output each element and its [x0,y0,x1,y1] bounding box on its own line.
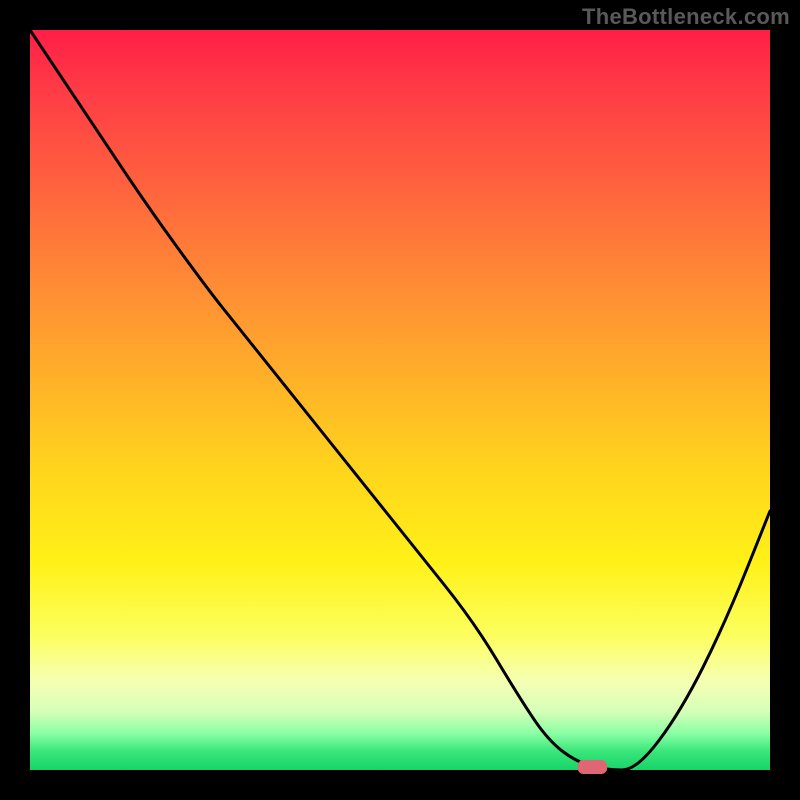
optimum-marker [578,760,608,774]
bottleneck-curve [30,30,770,770]
curve-layer [30,30,770,770]
plot-area [30,30,770,770]
watermark-text: TheBottleneck.com [582,4,790,30]
chart-frame: TheBottleneck.com [0,0,800,800]
